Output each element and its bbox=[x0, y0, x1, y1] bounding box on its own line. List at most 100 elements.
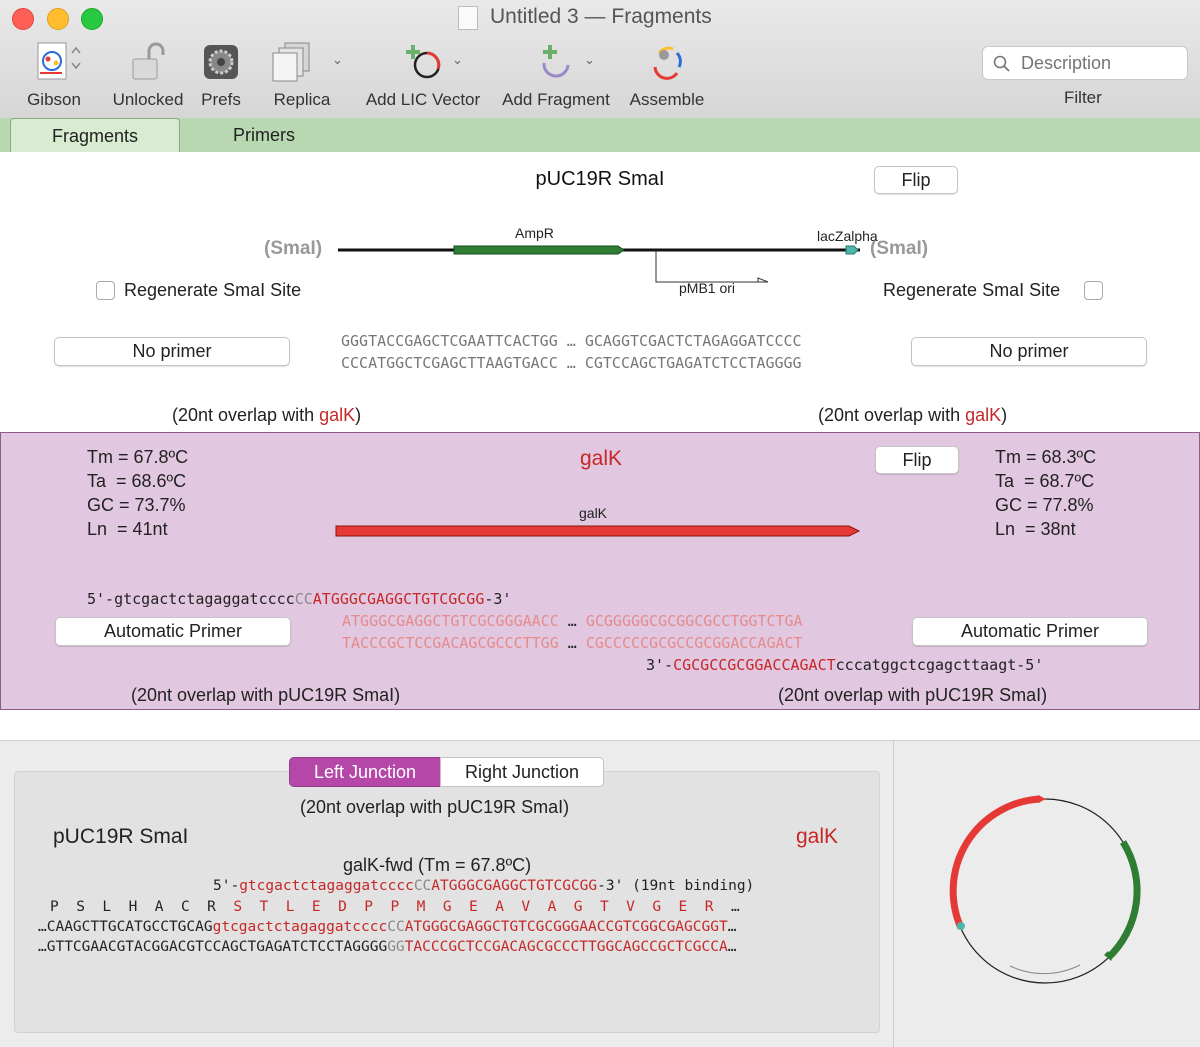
tab-primers[interactable]: Primers bbox=[180, 118, 348, 152]
window-title: Untitled 3 — Fragments bbox=[490, 5, 712, 28]
rev-5-end: -5' bbox=[1016, 656, 1044, 674]
fragment-section[interactable]: Tm = 67.8ºC Ta = 68.6ºC GC = 73.7% Ln = … bbox=[0, 432, 1200, 710]
search-field[interactable] bbox=[982, 46, 1188, 80]
left-tm: Tm = 67.8ºC bbox=[87, 447, 189, 467]
add-lic-vector-button[interactable]: ⌄ Add LIC Vector bbox=[360, 38, 486, 110]
replica-label: Replica bbox=[273, 90, 331, 109]
vector-overlap-right: (20nt overlap with galK) bbox=[818, 405, 1007, 426]
chevron-down-icon[interactable]: ⌄ bbox=[332, 52, 343, 68]
pmb1-ori-feature bbox=[655, 250, 766, 283]
toolbar: Untitled 3 — Fragments Gibson Unlocked P… bbox=[0, 0, 1200, 119]
add-lic-vector-icon bbox=[360, 38, 486, 86]
junction-bot-ellipsis: … bbox=[727, 939, 737, 955]
vector-right-primer-label: No primer bbox=[989, 341, 1069, 361]
overlap-target: galK bbox=[965, 405, 1002, 425]
fragment-left-primer-button[interactable]: Automatic Primer bbox=[55, 617, 291, 646]
gibson-label: Gibson bbox=[27, 90, 81, 109]
unlocked-label: Unlocked bbox=[112, 90, 184, 109]
replica-icon bbox=[262, 38, 342, 86]
vector-left-primer-label: No primer bbox=[132, 341, 212, 361]
ori-arc bbox=[1009, 964, 1081, 975]
vector-seq-ellipsis: … bbox=[566, 354, 576, 372]
fwd-5-end: 5'- bbox=[87, 590, 115, 608]
fragment-flip-button[interactable]: Flip bbox=[875, 446, 959, 474]
tab-fragments[interactable]: Fragments bbox=[10, 118, 180, 153]
right-tm: Tm = 68.3ºC bbox=[995, 447, 1097, 467]
fragment-right-primer-button[interactable]: Automatic Primer bbox=[912, 617, 1148, 646]
galk-feature-arrow bbox=[335, 525, 861, 537]
junction-left-name: pUC19R SmaI bbox=[53, 825, 189, 848]
junction-seq-top: …CAAGCTTGCATGCCTGCAGgtcgactctagaggatcccc… bbox=[38, 919, 736, 935]
minimize-window-button[interactable] bbox=[47, 8, 69, 30]
close-window-button[interactable] bbox=[12, 8, 34, 30]
add-fragment-icon bbox=[496, 38, 616, 86]
translation-insert-aa: S T L E D P P M G E A V A G T V G E R bbox=[233, 899, 731, 915]
junction-tab-right[interactable]: Right Junction bbox=[440, 757, 604, 787]
vector-flip-button[interactable]: Flip bbox=[874, 166, 958, 194]
fwd-tail: gtcgactctagaggatcccc bbox=[114, 590, 295, 608]
section-divider bbox=[0, 710, 1200, 741]
vector-left-site: (SmaI) bbox=[264, 238, 323, 259]
translation-ellipsis: … bbox=[730, 899, 740, 915]
junction-primer-tail: gtcgactctagaggatcccc bbox=[239, 878, 414, 894]
zoom-window-button[interactable] bbox=[81, 8, 103, 30]
tab-fragments-label: Fragments bbox=[51, 126, 139, 146]
fragment-seq-ellipsis: … bbox=[567, 634, 577, 652]
fragment-left-primer-label: Automatic Primer bbox=[103, 621, 243, 641]
vector-right-primer-button[interactable]: No primer bbox=[911, 337, 1147, 366]
vector-seq-bot-left: CCCATGGCTCGAGCTTAAGTGACC bbox=[341, 354, 558, 372]
replica-button[interactable]: ⌄ Replica bbox=[262, 38, 343, 110]
junction-bot-vector: …GTTCGAACGTACGGACGTCCAGCTGAGATCTCCTAGGGG bbox=[38, 939, 388, 955]
vector-overlap-left: (20nt overlap with galK) bbox=[172, 405, 361, 426]
right-primer-stats: Tm = 68.3ºC Ta = 68.7ºC GC = 77.8% Ln = … bbox=[995, 445, 1096, 541]
vector-map bbox=[338, 245, 860, 283]
add-fragment-button[interactable]: ⌄ Add Fragment bbox=[496, 38, 616, 110]
vector-section: pUC19R SmaI Flip (SmaI) (SmaI) AmpR lacZ… bbox=[0, 152, 1200, 432]
vector-right-site: (SmaI) bbox=[870, 238, 929, 259]
junction-top-ellipsis: … bbox=[727, 919, 737, 935]
overlap-prefix: (20nt overlap with bbox=[818, 405, 966, 425]
regenerate-right-checkbox[interactable] bbox=[1084, 281, 1103, 300]
fwd-3-end: -3' bbox=[484, 590, 512, 608]
junction-top-tail: gtcgactctagaggatcccc bbox=[212, 919, 388, 935]
junction-primer-bind: ATGGGCGAGGCTGTCGCGG bbox=[431, 878, 598, 894]
forward-primer-seq: 5'-gtcgactctagaggatccccCCATGGGCGAGGCTGTC… bbox=[87, 590, 511, 608]
prefs-button[interactable]: Prefs bbox=[196, 38, 246, 110]
left-gc: GC = 73.7% bbox=[87, 495, 186, 515]
assemble-button[interactable]: Assemble bbox=[626, 38, 708, 110]
plasmid-map[interactable] bbox=[940, 791, 1150, 1001]
bottom-panel: Left Junction Right Junction (20nt overl… bbox=[0, 741, 1200, 1047]
vector-left-primer-button[interactable]: No primer bbox=[54, 337, 290, 366]
ampr-arc bbox=[1105, 840, 1141, 961]
vector-seq-bottom: CCCATGGCTCGAGCTTAAGTGACC … CGTCCAGCTGAGA… bbox=[341, 354, 802, 372]
vector-seq-top-right: GCAGGTCGACTCTAGAGGATCCCC bbox=[584, 332, 802, 350]
tab-bar: Fragments Primers bbox=[0, 118, 1200, 153]
left-ln: Ln = 41nt bbox=[87, 519, 168, 539]
tab-primers-label: Primers bbox=[233, 125, 295, 145]
assemble-label: Assemble bbox=[629, 90, 705, 109]
ampr-label: AmpR bbox=[515, 225, 554, 241]
search-input[interactable] bbox=[1019, 51, 1183, 75]
left-ta: Ta = 68.6ºC bbox=[87, 471, 187, 491]
chevron-down-icon[interactable]: ⌄ bbox=[584, 52, 595, 68]
chevron-down-icon[interactable]: ⌄ bbox=[452, 52, 463, 68]
junction-tab-left[interactable]: Left Junction bbox=[289, 757, 441, 787]
unlocked-button[interactable]: Unlocked bbox=[106, 38, 190, 110]
junction-top-gray: CC bbox=[387, 919, 405, 935]
gibson-button[interactable]: Gibson bbox=[18, 38, 90, 110]
junction-seq-bottom: …GTTCGAACGTACGGACGTCCAGCTGAGATCTCCTAGGGG… bbox=[38, 939, 736, 955]
translation-vector-aa: P S L H A C R bbox=[50, 899, 234, 915]
add-fragment-label: Add Fragment bbox=[502, 90, 610, 109]
overlap-suffix: ) bbox=[355, 405, 362, 425]
right-ta: Ta = 68.7ºC bbox=[995, 471, 1095, 491]
regenerate-left-checkbox[interactable] bbox=[96, 281, 115, 300]
ampr-feature bbox=[453, 245, 625, 255]
prefs-label: Prefs bbox=[201, 90, 241, 109]
fragment-seq-top-left: ATGGGCGAGGCTGTCGCGGGAACC bbox=[342, 612, 559, 630]
fragment-seq-top: ATGGGCGAGGCTGTCGCGGGAACC … GCGGGGGCGCGGC… bbox=[342, 612, 803, 630]
pmb1-ori-label: pMB1 ori bbox=[679, 280, 736, 296]
laczalpha-label: lacZalpha bbox=[817, 228, 878, 244]
vector-flip-label: Flip bbox=[901, 170, 931, 190]
laczalpha-feature bbox=[845, 245, 859, 255]
junction-top-vector: …CAAGCTTGCATGCCTGCAG bbox=[38, 919, 213, 935]
